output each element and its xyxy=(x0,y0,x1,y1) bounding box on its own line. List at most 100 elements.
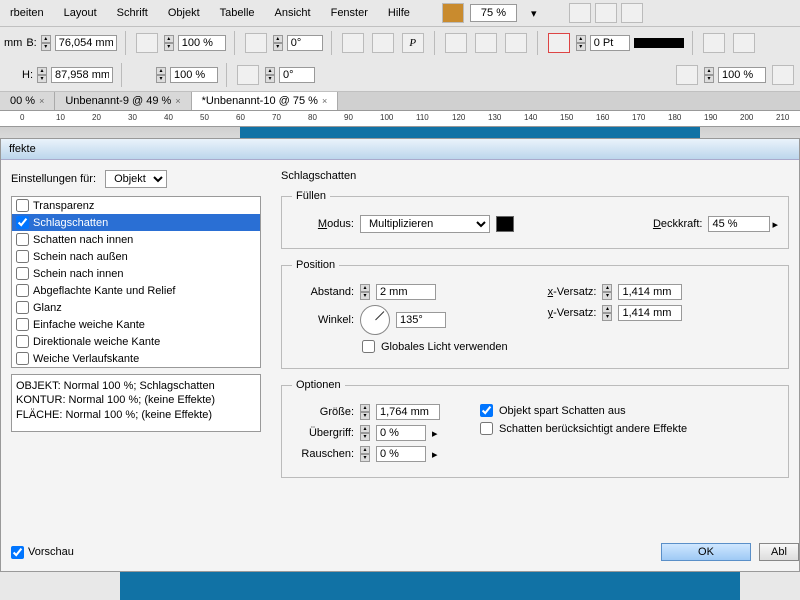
rotate-icon[interactable] xyxy=(245,33,267,53)
effect-checkbox[interactable] xyxy=(16,335,29,348)
effect-item[interactable]: Abgeflachte Kante und Relief xyxy=(12,282,260,299)
document-tab-active[interactable]: *Unbenannt-10 @ 75 %× xyxy=(192,92,339,110)
knockout-checkbox[interactable] xyxy=(480,404,493,417)
paragraph-icon[interactable]: P xyxy=(402,33,424,53)
angle-dial[interactable] xyxy=(360,305,390,335)
effect-item[interactable]: Transparenz xyxy=(12,197,260,214)
flip-h-icon[interactable] xyxy=(342,33,364,53)
height-spinner[interactable]: ▴▾ xyxy=(37,67,47,83)
close-icon[interactable]: × xyxy=(322,96,327,106)
opacity-field[interactable] xyxy=(708,216,770,232)
effects-dialog: ffekte Einstellungen für: Objekt Transpa… xyxy=(0,138,800,572)
cancel-button[interactable]: Abl xyxy=(759,543,799,561)
opacity-input[interactable] xyxy=(718,67,766,83)
effect-checkbox[interactable] xyxy=(16,199,29,212)
x-offset-input[interactable] xyxy=(618,284,682,300)
scale-x-spinner[interactable]: ▴▾ xyxy=(164,35,174,51)
noise-spinner[interactable]: ▴▾ xyxy=(360,446,370,462)
y-offset-input[interactable] xyxy=(618,305,682,321)
effect-checkbox[interactable] xyxy=(16,284,29,297)
effect-item[interactable]: Direktionale weiche Kante xyxy=(12,333,260,350)
settings-target-select[interactable]: Objekt xyxy=(105,170,167,188)
close-icon[interactable]: × xyxy=(175,96,180,106)
menu-item[interactable]: Schrift xyxy=(107,5,158,21)
size-input[interactable] xyxy=(376,404,440,420)
scale-x-input[interactable] xyxy=(178,35,226,51)
scale-y-input[interactable] xyxy=(170,67,218,83)
shear-input[interactable] xyxy=(279,67,315,83)
horizontal-ruler: 0102030405060708090100110120130140150160… xyxy=(0,111,800,127)
shear-icon[interactable] xyxy=(237,65,259,85)
zoom-level[interactable]: 75 % xyxy=(470,4,517,22)
noise-input[interactable] xyxy=(376,446,426,462)
menu-item[interactable]: rbeiten xyxy=(0,5,54,21)
text-wrap-icon[interactable] xyxy=(505,33,527,53)
angle-input[interactable] xyxy=(396,312,446,328)
y-offset-label: y-Versatz: xyxy=(548,307,597,319)
color-swatch[interactable] xyxy=(496,216,514,232)
y-offset-spinner[interactable]: ▴▾ xyxy=(602,305,612,321)
effect-checkbox[interactable] xyxy=(16,352,29,365)
effect-item[interactable]: Glanz xyxy=(12,299,260,316)
fill-swatch-icon[interactable] xyxy=(548,33,570,53)
effect-checkbox[interactable] xyxy=(16,267,29,280)
document-tab[interactable]: 00 %× xyxy=(0,92,55,110)
document-tab[interactable]: Unbenannt-9 @ 49 %× xyxy=(55,92,191,110)
stroke-spinner[interactable]: ▴▾ xyxy=(576,35,586,51)
close-icon[interactable]: × xyxy=(39,96,44,106)
bridge-icon[interactable] xyxy=(442,3,464,23)
effect-item[interactable]: Schlagschatten xyxy=(12,214,260,231)
extra-icon[interactable] xyxy=(772,65,794,85)
effect-checkbox[interactable] xyxy=(16,216,29,229)
global-light-checkbox[interactable] xyxy=(362,340,375,353)
blend-mode-select[interactable]: Multiplizieren xyxy=(360,215,490,233)
x-offset-spinner[interactable]: ▴▾ xyxy=(602,284,612,300)
link-icon[interactable] xyxy=(136,33,158,53)
position-group: Position Abstand: ▴▾ Winkel: Globales Li… xyxy=(281,259,789,369)
effect-item[interactable]: Schein nach innen xyxy=(12,265,260,282)
stroke-style-preview[interactable] xyxy=(634,38,684,48)
mode-label: Modus: xyxy=(292,218,354,230)
align-icon[interactable] xyxy=(445,33,467,53)
opacity-spinner[interactable]: ▴▾ xyxy=(704,67,714,83)
effect-checkbox[interactable] xyxy=(16,301,29,314)
screen-mode-icon[interactable] xyxy=(569,3,591,23)
height-input[interactable] xyxy=(51,67,113,83)
effect-item[interactable]: Einfache weiche Kante xyxy=(12,316,260,333)
menu-item[interactable]: Hilfe xyxy=(378,5,420,21)
menu-item[interactable]: Tabelle xyxy=(210,5,265,21)
distribute-icon[interactable] xyxy=(475,33,497,53)
workspace-icon[interactable] xyxy=(621,3,643,23)
stroke-weight-input[interactable] xyxy=(590,35,630,51)
opacity-icon[interactable] xyxy=(676,65,698,85)
corner-icon[interactable] xyxy=(733,33,755,53)
arrange-icon[interactable] xyxy=(595,3,617,23)
spread-input[interactable] xyxy=(376,425,426,441)
effect-checkbox[interactable] xyxy=(16,233,29,246)
spread-spinner[interactable]: ▴▾ xyxy=(360,425,370,441)
preview-checkbox[interactable] xyxy=(11,546,24,559)
menu-item[interactable]: Layout xyxy=(54,5,107,21)
effect-item[interactable]: Schein nach außen xyxy=(12,248,260,265)
width-spinner[interactable]: ▴▾ xyxy=(41,35,51,51)
rotation-input[interactable] xyxy=(287,35,323,51)
distance-input[interactable] xyxy=(376,284,436,300)
effect-checkbox[interactable] xyxy=(16,250,29,263)
effect-checkbox[interactable] xyxy=(16,318,29,331)
distance-spinner[interactable]: ▴▾ xyxy=(360,284,370,300)
menu-item[interactable]: Ansicht xyxy=(265,5,321,21)
canvas-area-bottom xyxy=(0,572,800,600)
rotation-spinner[interactable]: ▴▾ xyxy=(273,35,283,51)
size-spinner[interactable]: ▴▾ xyxy=(360,404,370,420)
ok-button[interactable]: OK xyxy=(661,543,751,561)
scale-y-spinner[interactable]: ▴▾ xyxy=(156,67,166,83)
fx-icon[interactable] xyxy=(703,33,725,53)
honors-checkbox[interactable] xyxy=(480,422,493,435)
flip-v-icon[interactable] xyxy=(372,33,394,53)
shear-spinner[interactable]: ▴▾ xyxy=(265,67,275,83)
menu-item[interactable]: Objekt xyxy=(158,5,210,21)
effect-item[interactable]: Weiche Verlaufskante xyxy=(12,350,260,367)
menu-item[interactable]: Fenster xyxy=(321,5,378,21)
width-input[interactable] xyxy=(55,35,117,51)
effect-item[interactable]: Schatten nach innen xyxy=(12,231,260,248)
